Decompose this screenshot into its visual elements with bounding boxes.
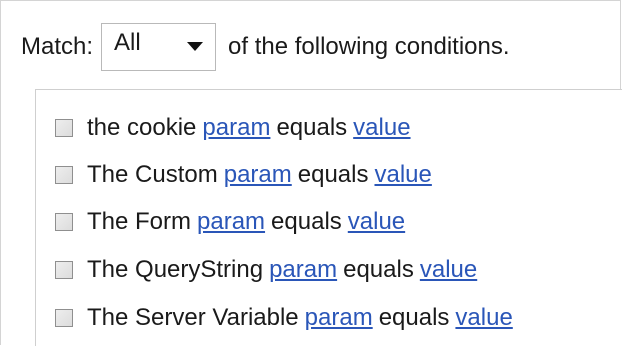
condition-checkbox[interactable] <box>55 261 73 279</box>
value-link[interactable]: value <box>353 114 410 142</box>
param-link[interactable]: param <box>305 304 373 332</box>
condition-operator: equals <box>378 304 450 331</box>
value-link[interactable]: value <box>374 161 431 189</box>
condition-row-form: The Form param equals value <box>55 202 405 242</box>
condition-checkbox[interactable] <box>55 166 73 184</box>
condition-row-custom: The Custom param equals value <box>55 155 432 195</box>
conditions-list: the cookie param equals value The Custom… <box>35 89 622 346</box>
condition-row-cookie: the cookie param equals value <box>55 108 411 148</box>
chevron-down-icon <box>187 42 204 51</box>
condition-prefix: The Server Variable <box>87 304 299 331</box>
match-label: Match: <box>21 33 94 60</box>
value-link[interactable]: value <box>455 304 512 332</box>
match-row: Match: All of the following conditions. <box>21 23 510 71</box>
match-dropdown[interactable]: All <box>101 23 217 71</box>
condition-checkbox[interactable] <box>55 119 73 137</box>
condition-operator: equals <box>343 256 414 283</box>
value-link[interactable]: value <box>348 208 405 236</box>
condition-prefix: The Custom <box>87 161 218 188</box>
condition-operator: equals <box>297 161 369 188</box>
condition-prefix: The QueryString <box>87 256 264 283</box>
condition-prefix: the cookie <box>87 114 197 141</box>
param-link[interactable]: param <box>269 256 337 284</box>
condition-checkbox[interactable] <box>55 309 73 327</box>
condition-row-server-variable: The Server Variable param equals value <box>55 298 513 338</box>
condition-operator: equals <box>271 208 342 235</box>
value-link[interactable]: value <box>420 256 477 284</box>
param-link[interactable]: param <box>224 161 292 189</box>
match-dropdown-value: All <box>114 29 141 56</box>
condition-row-querystring: The QueryString param equals value <box>55 250 477 290</box>
condition-prefix: The Form <box>87 208 192 235</box>
param-link[interactable]: param <box>197 208 265 236</box>
match-suffix: of the following conditions. <box>228 33 510 60</box>
condition-operator: equals <box>276 114 348 141</box>
param-link[interactable]: param <box>202 114 270 142</box>
condition-checkbox[interactable] <box>55 213 73 231</box>
conditions-panel: Match: All of the following conditions. … <box>0 0 622 346</box>
